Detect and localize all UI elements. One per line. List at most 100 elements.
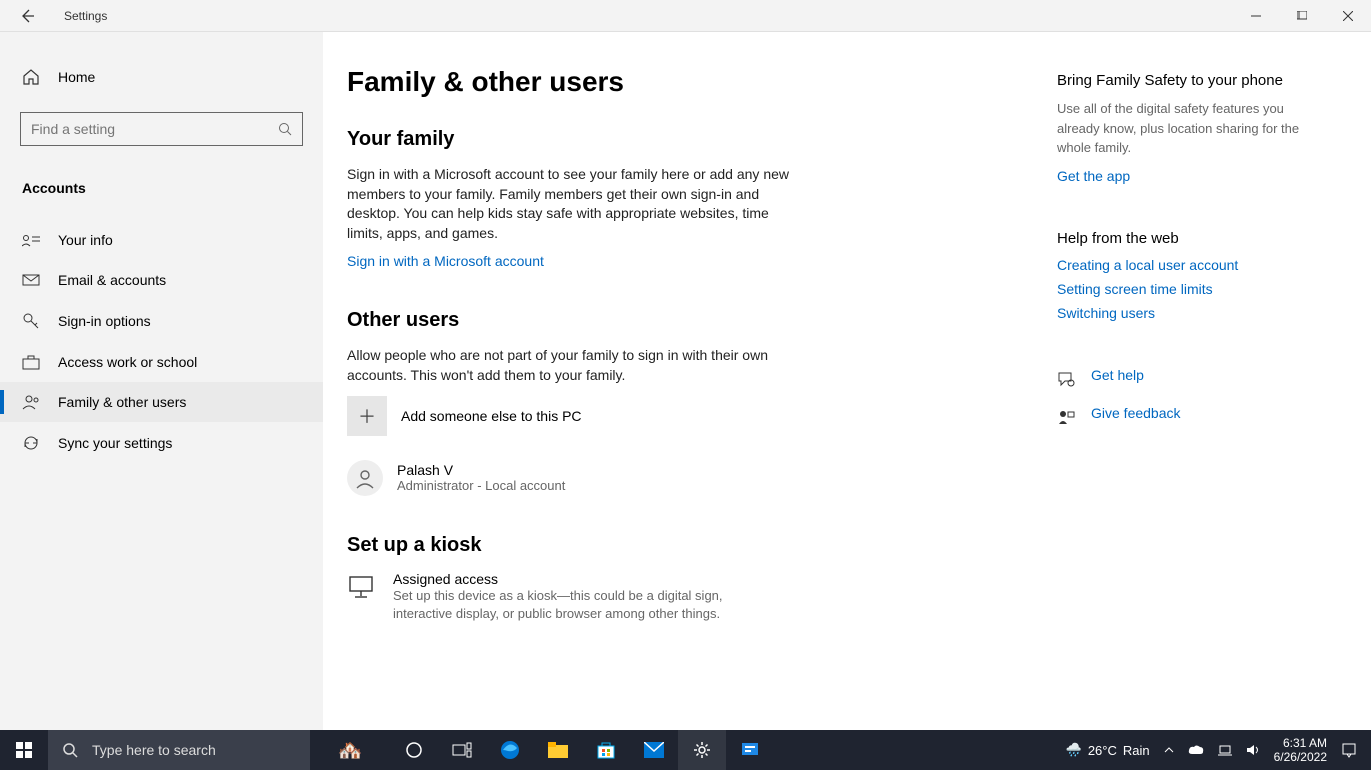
monitor-icon: [347, 571, 375, 623]
search-input[interactable]: [31, 121, 278, 137]
section-heading: Set up a kiosk: [347, 534, 1027, 557]
cortana-app[interactable]: [390, 730, 438, 770]
section-your-family: Your family Sign in with a Microsoft acc…: [347, 128, 1027, 271]
search-placeholder: Type here to search: [92, 742, 216, 758]
titlebar: Settings: [0, 0, 1371, 32]
help-link[interactable]: Creating a local user account: [1057, 257, 1238, 273]
nav-family-other-users[interactable]: Family & other users: [0, 382, 323, 422]
window-controls: [1233, 0, 1371, 32]
nav-signin-options[interactable]: Sign-in options: [0, 300, 323, 342]
tray-time: 6:31 AM: [1274, 736, 1327, 750]
give-feedback-label: Give feedback: [1091, 405, 1181, 421]
block-desc: Use all of the digital safety features y…: [1057, 99, 1307, 158]
network-icon[interactable]: [1218, 743, 1232, 757]
clock[interactable]: 6:31 AM 6/26/2022: [1274, 736, 1327, 765]
main-area: Family & other users Your family Sign in…: [323, 32, 1371, 730]
nav-label: Your info: [58, 232, 113, 248]
nav-email-accounts[interactable]: Email & accounts: [0, 260, 323, 300]
weather-temp: 26°C: [1088, 743, 1117, 758]
nav-access-work[interactable]: Access work or school: [0, 342, 323, 382]
user-role: Administrator - Local account: [397, 478, 565, 493]
key-icon: [22, 312, 40, 330]
give-feedback-link[interactable]: Give feedback: [1057, 405, 1307, 429]
home-label: Home: [58, 69, 95, 85]
get-help-link[interactable]: Get help: [1057, 367, 1307, 391]
home-nav[interactable]: Home: [0, 60, 323, 94]
person-card-icon: [22, 233, 40, 247]
windows-icon: [16, 742, 32, 758]
search-icon: [62, 742, 78, 758]
block-title: Help from the web: [1057, 230, 1307, 247]
nav-sync-settings[interactable]: Sync your settings: [0, 422, 323, 464]
explorer-app[interactable]: [534, 730, 582, 770]
tray-chevron-up-icon[interactable]: [1164, 745, 1174, 755]
help-link[interactable]: Switching users: [1057, 305, 1155, 321]
search-settings[interactable]: [20, 112, 303, 146]
nav-label: Sync your settings: [58, 435, 172, 451]
add-user-label: Add someone else to this PC: [401, 408, 582, 424]
people-icon: [22, 394, 40, 410]
system-tray: 🌧️ 26°C Rain 6:31 AM 6/26/2022: [1066, 736, 1371, 765]
content-column: Family & other users Your family Sign in…: [347, 66, 1027, 710]
close-button[interactable]: [1325, 0, 1371, 32]
home-icon: [22, 68, 40, 86]
help-link[interactable]: Setting screen time limits: [1057, 281, 1213, 297]
section-heading: Other users: [347, 309, 1027, 332]
start-button[interactable]: [0, 730, 48, 770]
search-icon: [278, 122, 292, 136]
section-heading: Your family: [347, 128, 1027, 151]
minimize-button[interactable]: [1233, 0, 1279, 32]
mail-app[interactable]: [630, 730, 678, 770]
block-title: Bring Family Safety to your phone: [1057, 72, 1307, 89]
window-title: Settings: [64, 9, 107, 23]
taskbar: Type here to search 🏘️ 🌧️ 26°C Rain 6:31…: [0, 730, 1371, 770]
weather-widget[interactable]: 🌧️ 26°C Rain: [1066, 742, 1150, 758]
task-view-app[interactable]: [438, 730, 486, 770]
family-description: Sign in with a Microsoft account to see …: [347, 165, 797, 243]
other-users-description: Allow people who are not part of your fa…: [347, 346, 797, 385]
feedback-icon: [1057, 408, 1075, 426]
nav-label: Access work or school: [58, 354, 197, 370]
get-help-label: Get help: [1091, 367, 1144, 383]
avatar-icon: [347, 460, 383, 496]
maximize-button[interactable]: [1279, 0, 1325, 32]
notifications-icon[interactable]: [1341, 742, 1357, 758]
nav-label: Sign-in options: [58, 313, 151, 329]
right-rail: Bring Family Safety to your phone Use al…: [1027, 66, 1307, 710]
onedrive-icon[interactable]: [1188, 744, 1204, 756]
briefcase-icon: [22, 354, 40, 370]
sidebar: Home Accounts Your info Email & accounts…: [0, 32, 323, 730]
news-widget[interactable]: 🏘️: [310, 738, 390, 763]
weather-cond: Rain: [1123, 743, 1150, 758]
plus-icon: ＋: [347, 396, 387, 436]
nav-your-info[interactable]: Your info: [0, 220, 323, 260]
envelope-icon: [22, 273, 40, 287]
volume-icon[interactable]: [1246, 743, 1260, 757]
get-app-link[interactable]: Get the app: [1057, 168, 1130, 184]
signin-microsoft-link[interactable]: Sign in with a Microsoft account: [347, 253, 544, 269]
security-app[interactable]: [726, 730, 774, 770]
store-app[interactable]: [582, 730, 630, 770]
section-other-users: Other users Allow people who are not par…: [347, 309, 1027, 495]
page-title: Family & other users: [347, 66, 1027, 98]
settings-app[interactable]: [678, 730, 726, 770]
sync-icon: [22, 434, 40, 452]
family-safety-block: Bring Family Safety to your phone Use al…: [1057, 72, 1307, 192]
kiosk-info: Assigned access Set up this device as a …: [393, 571, 767, 623]
taskbar-search[interactable]: Type here to search: [48, 730, 310, 770]
back-button[interactable]: [18, 7, 36, 25]
help-web-block: Help from the web Creating a local user …: [1057, 230, 1307, 329]
tray-date: 6/26/2022: [1274, 750, 1327, 764]
kiosk-desc: Set up this device as a kiosk—this could…: [393, 587, 767, 623]
kiosk-assigned-access[interactable]: Assigned access Set up this device as a …: [347, 571, 767, 623]
section-kiosk: Set up a kiosk Assigned access Set up th…: [347, 534, 1027, 623]
user-row[interactable]: Palash V Administrator - Local account: [347, 460, 1027, 496]
edge-app[interactable]: [486, 730, 534, 770]
category-label: Accounts: [0, 170, 323, 206]
taskbar-apps: [390, 730, 774, 770]
weather-icon: 🌧️: [1066, 742, 1082, 758]
add-user-button[interactable]: ＋ Add someone else to this PC: [347, 396, 1027, 436]
help-chat-icon: [1057, 370, 1075, 388]
kiosk-title: Assigned access: [393, 571, 767, 587]
nav-label: Family & other users: [58, 394, 186, 410]
